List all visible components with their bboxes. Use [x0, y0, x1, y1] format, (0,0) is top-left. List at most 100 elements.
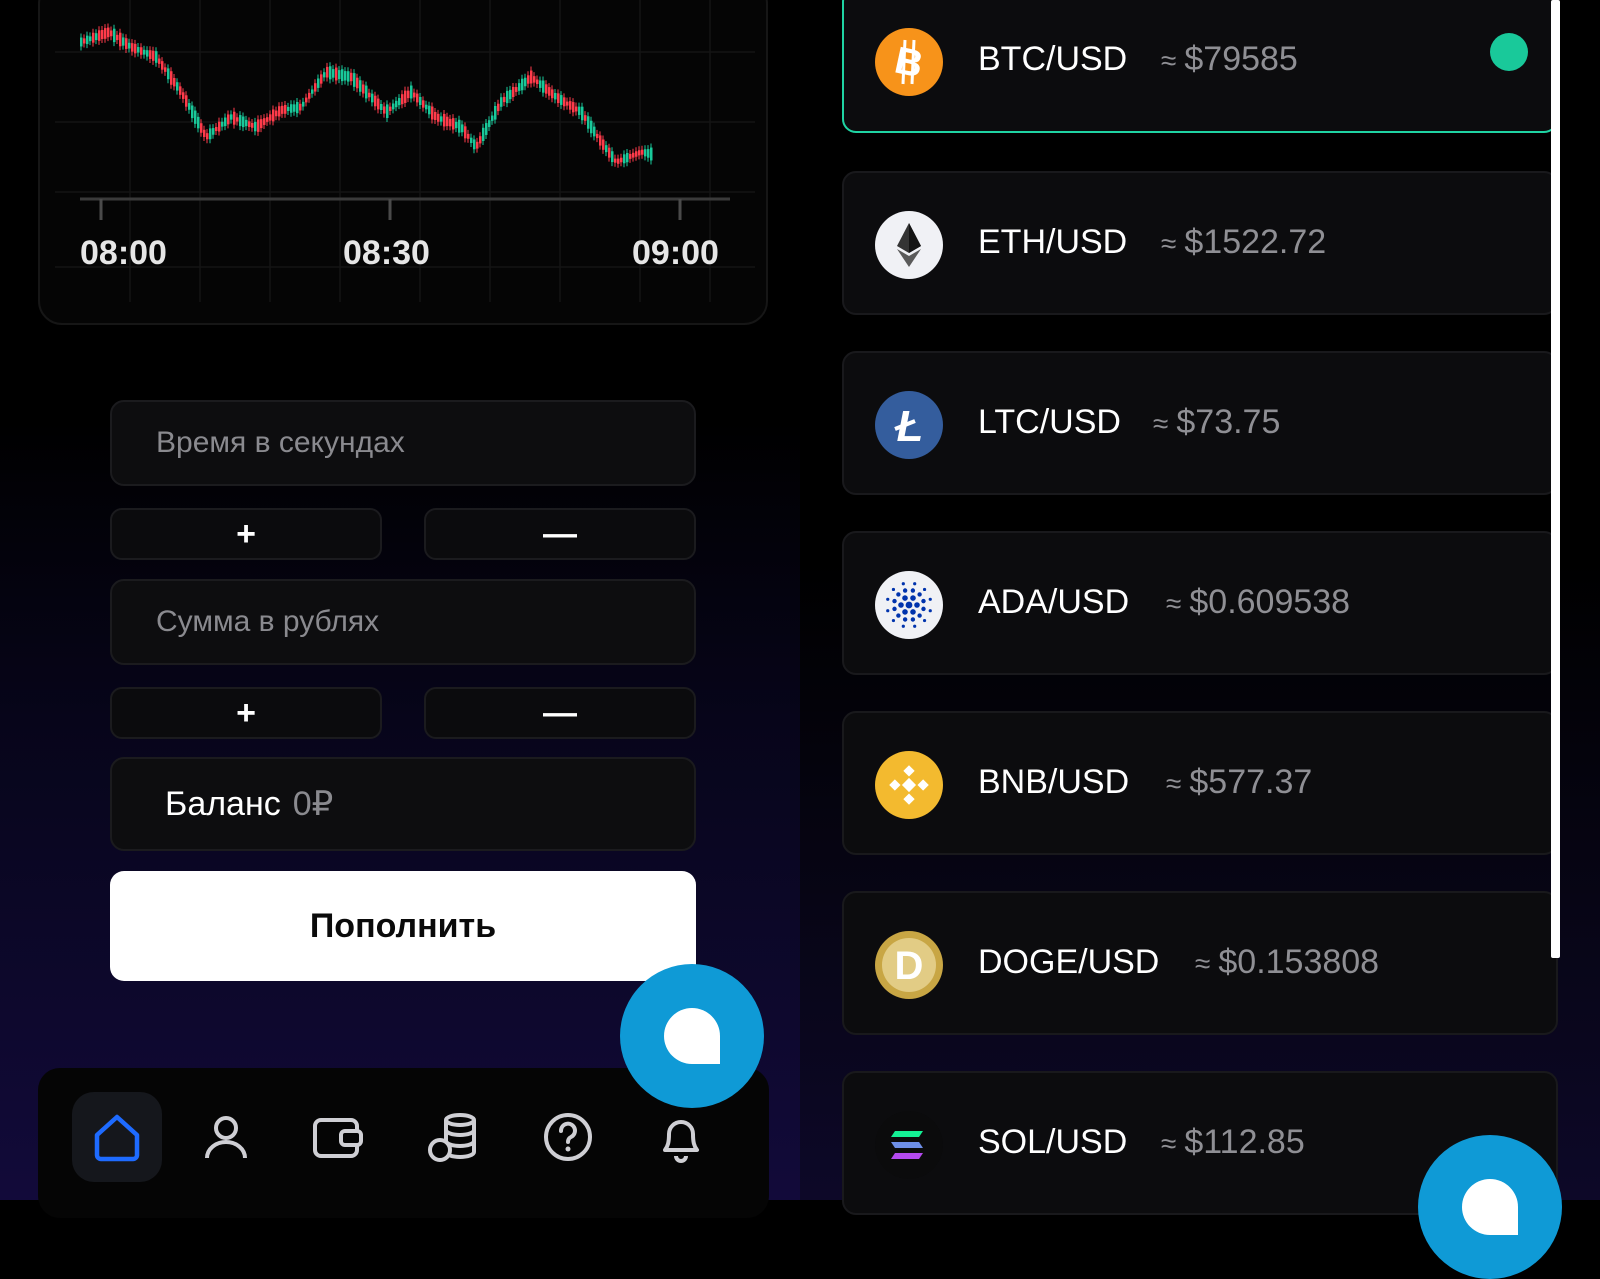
candle-body: [449, 118, 452, 127]
candle-body: [173, 78, 176, 87]
candle-body: [161, 61, 164, 70]
litecoin-icon: L: [875, 391, 943, 459]
candle-body: [299, 103, 302, 111]
candle-body: [308, 92, 311, 99]
candle-body: [143, 49, 146, 55]
topup-button[interactable]: Пополнить: [110, 871, 696, 981]
candle-body: [389, 106, 392, 111]
candle-body: [332, 69, 335, 78]
coin-card-ada[interactable]: ADA/USD ≈ $0.609538: [842, 531, 1558, 675]
candle-body: [398, 98, 401, 106]
coin-price-value: $79585: [1184, 40, 1298, 78]
candle-body: [524, 77, 527, 87]
candle-body: [467, 133, 470, 139]
amount-input[interactable]: [154, 604, 694, 640]
candle-body: [80, 37, 83, 47]
candle-body: [632, 152, 635, 158]
candle-body: [92, 32, 95, 43]
candle-body: [596, 133, 599, 139]
candle-body: [629, 153, 632, 159]
candle-body: [482, 127, 485, 142]
candle-body: [407, 90, 410, 99]
x-tick-label: 09:00: [632, 234, 719, 272]
candle-body: [461, 124, 464, 133]
nav-wallet[interactable]: [293, 1092, 383, 1182]
candle-body: [128, 42, 131, 49]
candle-body: [200, 123, 203, 133]
candle-body: [269, 114, 272, 121]
coin-card-doge[interactable]: D DOGE/USD ≈ $0.153808: [842, 891, 1558, 1035]
candle-body: [281, 105, 284, 114]
candle-body: [605, 145, 608, 153]
candle-body: [314, 83, 317, 92]
candle-body: [545, 84, 548, 94]
candle-body: [509, 89, 512, 100]
candle-body: [167, 68, 170, 80]
candle-body: [347, 71, 350, 82]
time-minus-button[interactable]: —: [424, 508, 696, 560]
candle-body: [338, 70, 341, 80]
coin-card-eth[interactable]: ETH/USD ≈ $1522.72: [842, 171, 1558, 315]
coin-card-bnb[interactable]: BNB/USD ≈ $577.37: [842, 711, 1558, 855]
amount-field[interactable]: [110, 579, 696, 665]
candle-body: [290, 104, 293, 113]
candle-body: [215, 126, 218, 132]
candle-body: [242, 116, 245, 128]
price-chart-card: 08:00 08:30 09:00: [38, 0, 768, 325]
coin-pair-label: ADA/USD: [978, 583, 1130, 621]
coin-card-btc[interactable]: B BTC/USD ≈ $79585: [842, 0, 1558, 133]
balance-display: Баланс 0₽: [110, 757, 696, 851]
candle-body: [158, 58, 161, 64]
time-input[interactable]: [154, 425, 694, 461]
candle-body: [368, 92, 371, 98]
list-scrollbar[interactable]: [1551, 0, 1560, 958]
candle-body: [425, 104, 428, 110]
coin-price-value: $112.85: [1184, 1123, 1305, 1161]
nav-profile[interactable]: [181, 1092, 271, 1182]
candle-body: [170, 71, 173, 85]
candle-body: [416, 93, 419, 103]
candle-body: [617, 158, 620, 164]
candle-body: [569, 101, 572, 110]
candle-body: [245, 119, 248, 127]
candle-body: [575, 106, 578, 112]
candle-body: [455, 121, 458, 129]
candle-body: [107, 27, 110, 38]
approx-sign: ≈: [1166, 588, 1182, 619]
candle-body: [191, 105, 194, 119]
svg-text:D: D: [895, 944, 924, 988]
candle-body: [134, 43, 137, 54]
candle-body: [86, 35, 89, 45]
candle-body: [542, 80, 545, 93]
coin-price-value: $1522.72: [1184, 223, 1327, 261]
candle-body: [272, 109, 275, 122]
candle-body: [203, 129, 206, 138]
coin-card-ltc[interactable]: L LTC/USD ≈ $73.75: [842, 351, 1558, 495]
amount-minus-button[interactable]: —: [424, 687, 696, 739]
nav-coins[interactable]: [409, 1092, 499, 1182]
candle-body: [431, 106, 434, 120]
candle-body: [488, 120, 491, 127]
candle-body: [458, 119, 461, 133]
candle-body: [155, 51, 158, 63]
time-field[interactable]: [110, 400, 696, 486]
nav-home[interactable]: [72, 1092, 162, 1182]
candle-body: [377, 98, 380, 110]
amount-plus-button[interactable]: +: [110, 687, 382, 739]
candle-body: [125, 38, 128, 49]
coin-price-value: $73.75: [1176, 403, 1281, 441]
candle-body: [644, 149, 647, 157]
candle-body: [233, 111, 236, 125]
nav-help[interactable]: [523, 1092, 613, 1182]
chat-button[interactable]: [620, 964, 764, 1108]
time-plus-button[interactable]: +: [110, 508, 382, 560]
chat-button-secondary[interactable]: [1418, 1135, 1562, 1279]
candle-body: [464, 126, 467, 139]
coin-price: ≈ $1522.72: [1161, 223, 1326, 262]
candle-body: [380, 103, 383, 111]
candle-body: [98, 30, 101, 41]
x-tick-label: 08:00: [80, 234, 167, 272]
candle-body: [89, 36, 92, 42]
candle-body: [140, 47, 143, 55]
candle-body: [131, 43, 134, 52]
